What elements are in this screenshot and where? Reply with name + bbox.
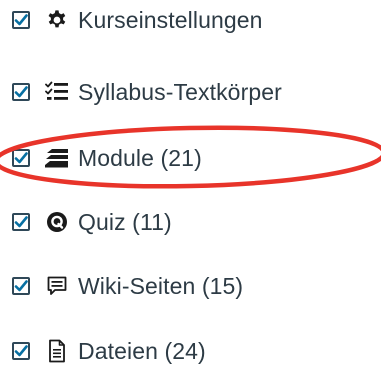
checkbox-quiz[interactable]	[12, 213, 30, 231]
checkmark-icon	[14, 216, 28, 228]
checkmark-icon	[14, 152, 28, 164]
checkbox-module[interactable]	[12, 149, 30, 167]
wiki-page-icon	[44, 274, 70, 298]
option-kurseinstellungen[interactable]: Kurseinstellungen	[12, 0, 263, 40]
checkmark-icon	[14, 86, 28, 98]
checkbox-kurseinstellungen[interactable]	[12, 11, 30, 29]
checkbox-syllabus[interactable]	[12, 83, 30, 101]
option-label: Wiki-Seiten (15)	[78, 272, 244, 299]
checkmark-icon	[14, 14, 28, 26]
checkbox-wiki-seiten[interactable]	[12, 277, 30, 295]
option-label: Quiz (11)	[78, 208, 172, 235]
option-module[interactable]: Module (21)	[12, 138, 202, 178]
checklist-icon	[44, 80, 70, 104]
option-dateien[interactable]: Dateien (24)	[12, 331, 206, 371]
checkmark-icon	[14, 345, 28, 357]
checkbox-dateien[interactable]	[12, 342, 30, 360]
option-syllabus-textkoerper[interactable]: Syllabus-Textkörper	[12, 72, 282, 112]
option-label: Dateien (24)	[78, 337, 206, 364]
option-label: Syllabus-Textkörper	[78, 78, 282, 105]
option-quiz[interactable]: Quiz (11)	[12, 202, 172, 242]
option-label: Kurseinstellungen	[78, 6, 263, 33]
checkmark-icon	[14, 280, 28, 292]
gear-icon	[44, 8, 70, 32]
option-wiki-seiten[interactable]: Wiki-Seiten (15)	[12, 266, 243, 306]
quiz-icon	[44, 210, 70, 234]
stack-layers-icon	[44, 146, 70, 170]
document-icon	[44, 339, 70, 363]
content-selection-list: Kurseinstellungen Syllabus-Textkörper Mo…	[0, 0, 381, 371]
option-label: Module (21)	[78, 144, 202, 171]
